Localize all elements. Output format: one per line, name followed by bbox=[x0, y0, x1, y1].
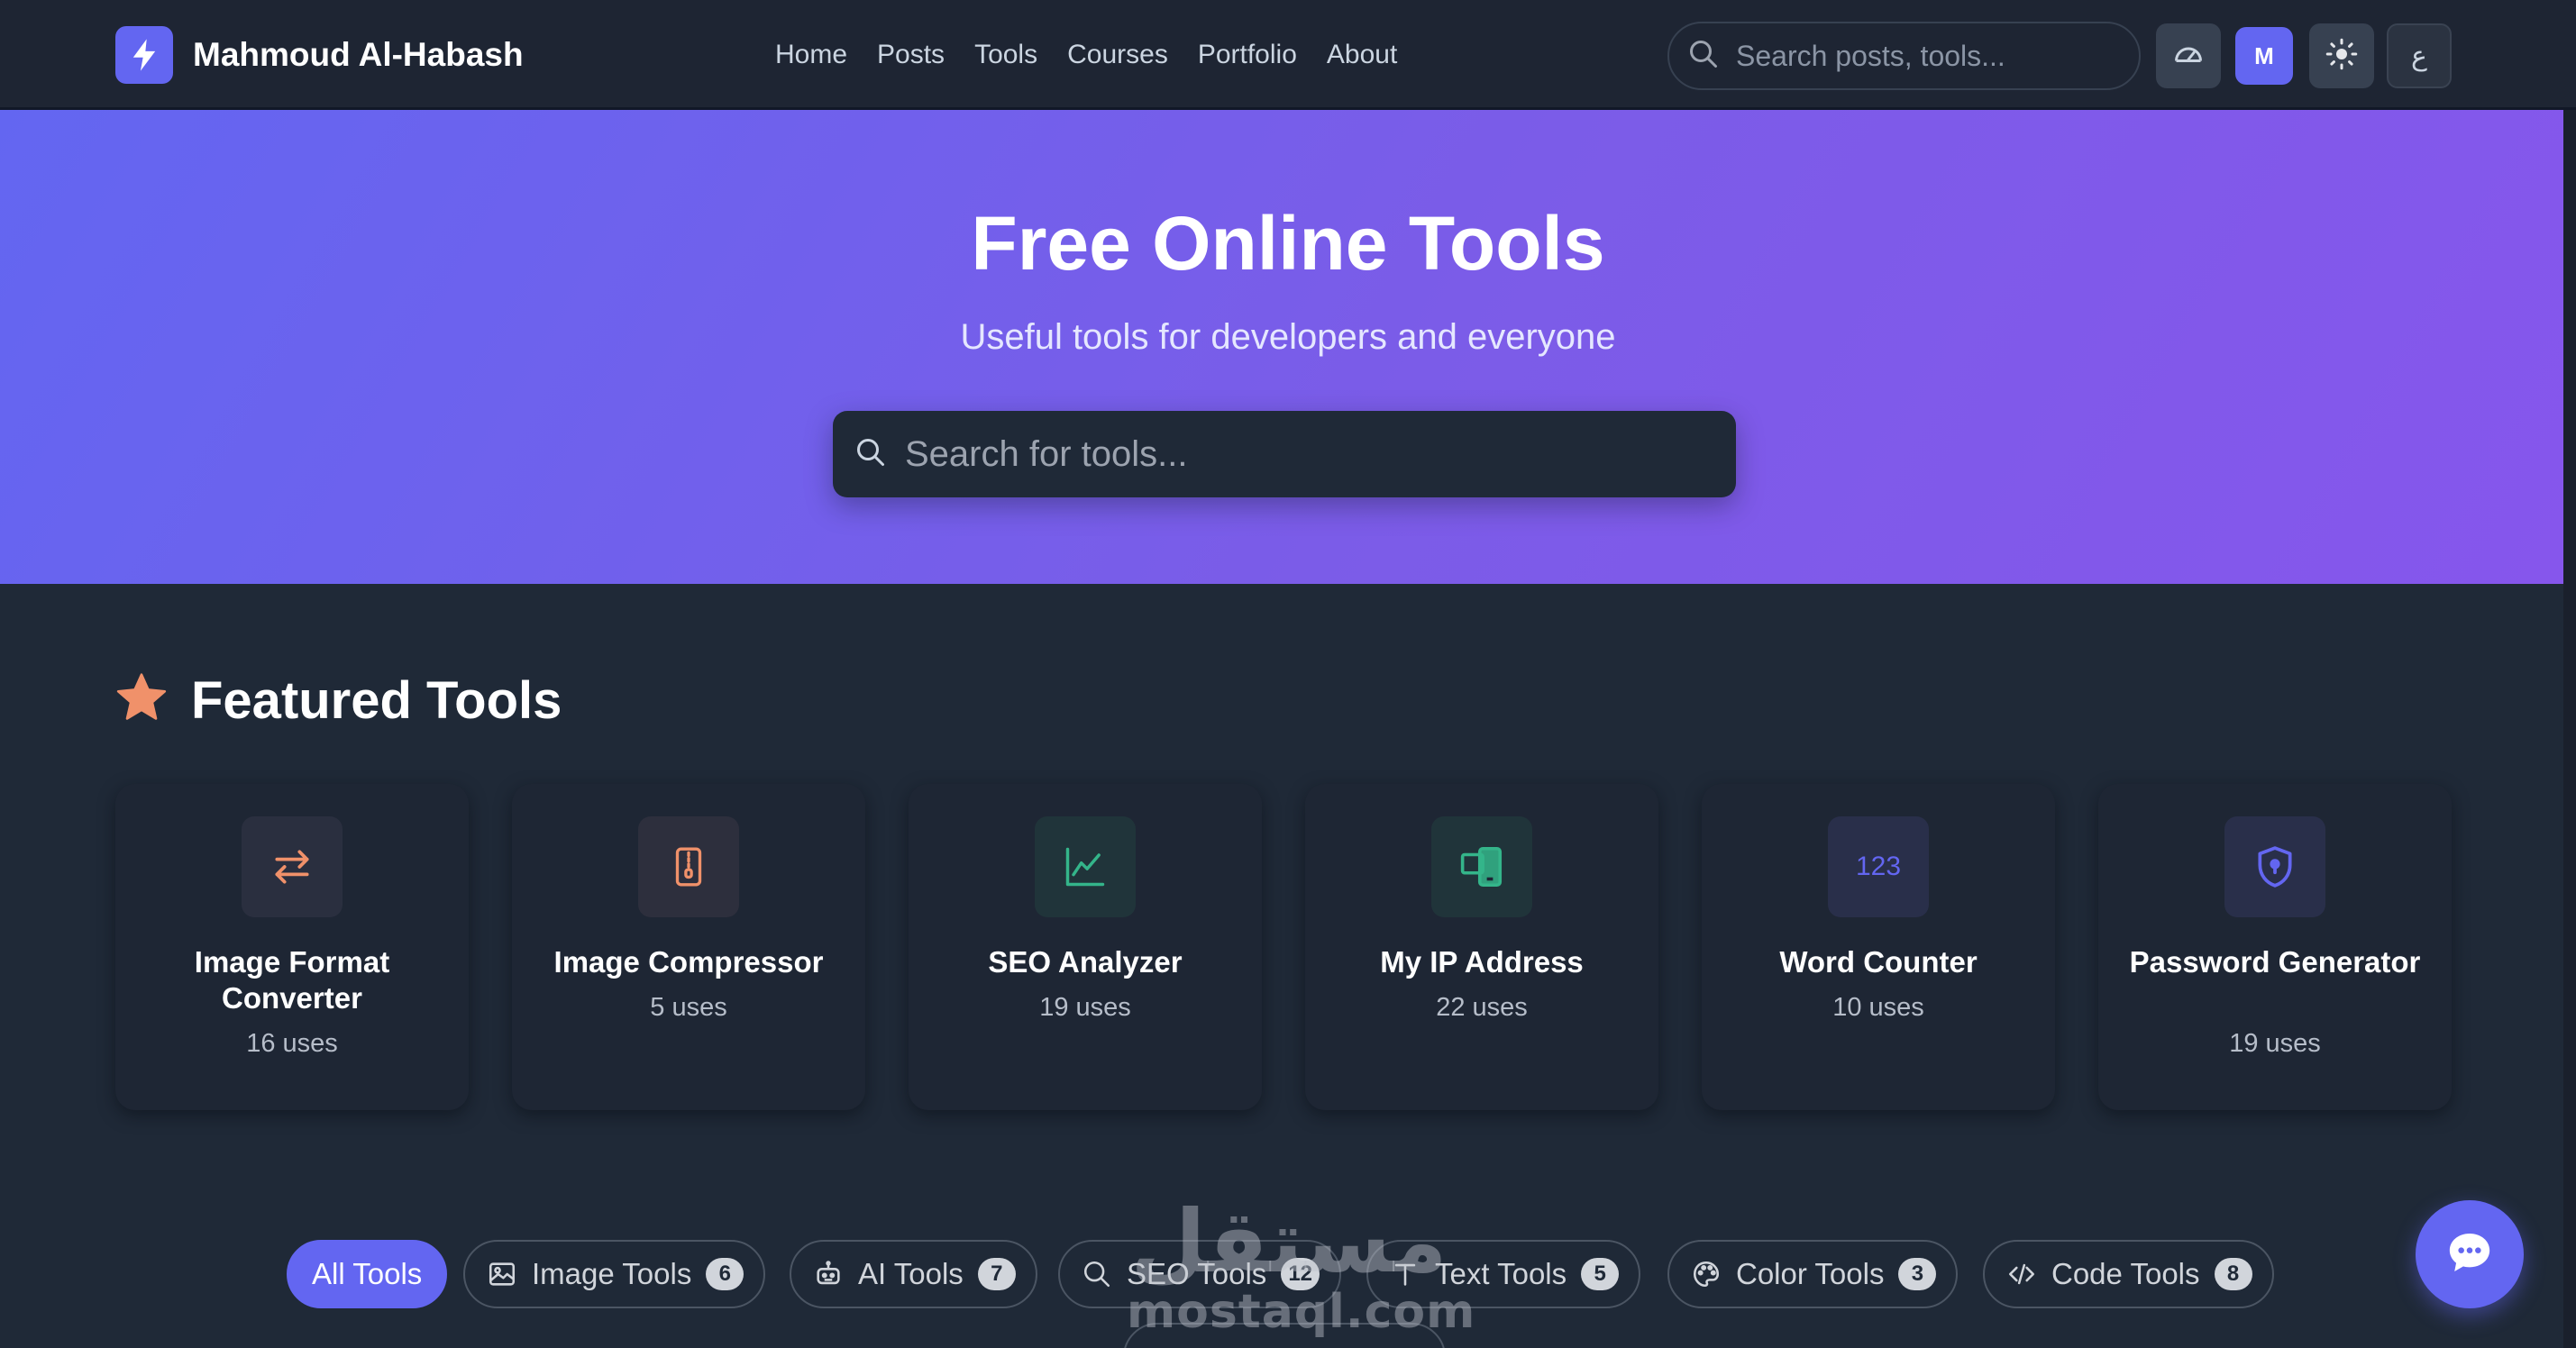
brand[interactable]: Mahmoud Al-Habash bbox=[115, 26, 524, 84]
tool-name: SEO Analyzer bbox=[988, 945, 1183, 979]
search-icon bbox=[1687, 38, 1720, 75]
nav-home[interactable]: Home bbox=[775, 40, 847, 70]
top-navbar: Mahmoud Al-Habash Home Posts Tools Cours… bbox=[0, 0, 2576, 110]
chip-label: AI Tools bbox=[858, 1257, 964, 1290]
chat-button[interactable] bbox=[2416, 1200, 2524, 1308]
filter-text-tools[interactable]: Text Tools 5 bbox=[1366, 1240, 1641, 1308]
featured-title: Featured Tools bbox=[191, 671, 562, 730]
hero-title: Free Online Tools bbox=[971, 201, 1605, 286]
tool-card-image-format-converter[interactable]: Image Format Converter 16 uses bbox=[115, 784, 469, 1110]
tool-name: Image Format Converter bbox=[194, 945, 390, 1015]
tool-uses: 22 uses bbox=[1436, 993, 1528, 1022]
language-switch-button[interactable]: ع bbox=[2387, 23, 2452, 88]
chip-label: Text Tools bbox=[1435, 1257, 1567, 1290]
filter-seo-tools[interactable]: SEO Tools 12 bbox=[1058, 1240, 1342, 1308]
featured-header: Featured Tools bbox=[114, 670, 562, 731]
hero-subtitle: Useful tools for developers and everyone bbox=[960, 317, 1616, 357]
filter-all-tools[interactable]: All Tools bbox=[287, 1240, 448, 1308]
tool-search-input[interactable] bbox=[905, 433, 1716, 475]
tool-search bbox=[833, 411, 1736, 497]
chip-label: Image Tools bbox=[532, 1257, 692, 1290]
chip-count: 12 bbox=[1281, 1258, 1320, 1290]
filter-image-tools[interactable]: Image Tools 6 bbox=[463, 1240, 766, 1308]
user-avatar-button[interactable]: M bbox=[2235, 27, 2293, 85]
numbers-icon: 123 bbox=[1828, 816, 1929, 917]
filter-code-tools[interactable]: Code Tools 8 bbox=[1983, 1240, 2274, 1308]
filter-ai-tools[interactable]: AI Tools 7 bbox=[790, 1240, 1037, 1308]
chip-label: Color Tools bbox=[1736, 1257, 1885, 1290]
filter-color-tools[interactable]: Color Tools 3 bbox=[1667, 1240, 1959, 1308]
chart-line-icon bbox=[1035, 816, 1136, 917]
lightning-logo-icon bbox=[115, 26, 173, 84]
page-scrollbar[interactable] bbox=[2563, 110, 2576, 1348]
devices-icon bbox=[1431, 816, 1532, 917]
chat-bubble-icon bbox=[2444, 1227, 2495, 1282]
main-nav: Home Posts Tools Courses Portfolio About bbox=[775, 0, 1427, 110]
tool-name: Word Counter bbox=[1779, 945, 1978, 979]
chip-count: 6 bbox=[706, 1258, 744, 1290]
tool-uses: 5 uses bbox=[650, 993, 727, 1022]
nav-portfolio[interactable]: Portfolio bbox=[1198, 40, 1297, 70]
nav-tools[interactable]: Tools bbox=[974, 40, 1037, 70]
palette-icon bbox=[1691, 1259, 1722, 1289]
zip-file-icon bbox=[638, 816, 739, 917]
brand-name: Mahmoud Al-Habash bbox=[193, 36, 524, 73]
chip-count: 8 bbox=[2214, 1258, 2252, 1290]
dashboard-button[interactable] bbox=[2156, 23, 2221, 88]
robot-icon bbox=[813, 1259, 844, 1289]
tool-uses: 19 uses bbox=[1039, 993, 1131, 1022]
header-search bbox=[1667, 22, 2141, 90]
search-icon bbox=[1082, 1259, 1112, 1289]
nav-posts[interactable]: Posts bbox=[877, 40, 945, 70]
tool-card-seo-analyzer[interactable]: SEO Analyzer 19 uses bbox=[909, 784, 1262, 1110]
tool-name: Password Generator bbox=[2129, 945, 2421, 979]
nav-about[interactable]: About bbox=[1327, 40, 1397, 70]
chip-count: 5 bbox=[1581, 1258, 1620, 1290]
tool-card-my-ip-address[interactable]: My IP Address 22 uses bbox=[1305, 784, 1658, 1110]
chip-count: 7 bbox=[977, 1258, 1016, 1290]
hero-banner: Free Online Tools Useful tools for devel… bbox=[0, 110, 2576, 584]
sun-icon bbox=[2325, 38, 2358, 75]
category-filters: All Tools Image Tools 6 AI Tools 7 SEO T… bbox=[0, 1240, 2576, 1310]
chip-label: Code Tools bbox=[2051, 1257, 2200, 1290]
code-icon bbox=[2006, 1259, 2037, 1289]
swap-arrows-icon bbox=[242, 816, 343, 917]
tool-card-word-counter[interactable]: 123 Word Counter 10 uses bbox=[1702, 784, 2055, 1110]
tool-uses: 10 uses bbox=[1832, 993, 1924, 1022]
tool-card-image-compressor[interactable]: Image Compressor 5 uses bbox=[512, 784, 865, 1110]
numbers-icon-label: 123 bbox=[1855, 852, 1902, 881]
star-icon bbox=[114, 670, 169, 731]
shield-lock-icon bbox=[2224, 816, 2325, 917]
text-icon bbox=[1390, 1259, 1420, 1289]
tool-name: Image Compressor bbox=[553, 945, 824, 979]
chip-label: All Tools bbox=[312, 1257, 423, 1290]
chip-label: SEO Tools bbox=[1127, 1257, 1267, 1290]
header-search-input[interactable] bbox=[1736, 39, 2115, 73]
tool-card-password-generator[interactable]: Password Generator 19 uses bbox=[2098, 784, 2452, 1110]
tool-uses: 19 uses bbox=[2229, 1029, 2321, 1058]
gauge-icon bbox=[2172, 38, 2205, 75]
chip-count: 3 bbox=[1898, 1258, 1937, 1290]
theme-toggle-button[interactable] bbox=[2309, 23, 2374, 88]
search-icon bbox=[854, 436, 887, 473]
image-icon bbox=[487, 1259, 517, 1289]
tool-name: My IP Address bbox=[1380, 945, 1584, 979]
filter-chip-partial[interactable] bbox=[1123, 1323, 1446, 1348]
nav-courses[interactable]: Courses bbox=[1067, 40, 1168, 70]
tool-uses: 16 uses bbox=[246, 1029, 338, 1058]
